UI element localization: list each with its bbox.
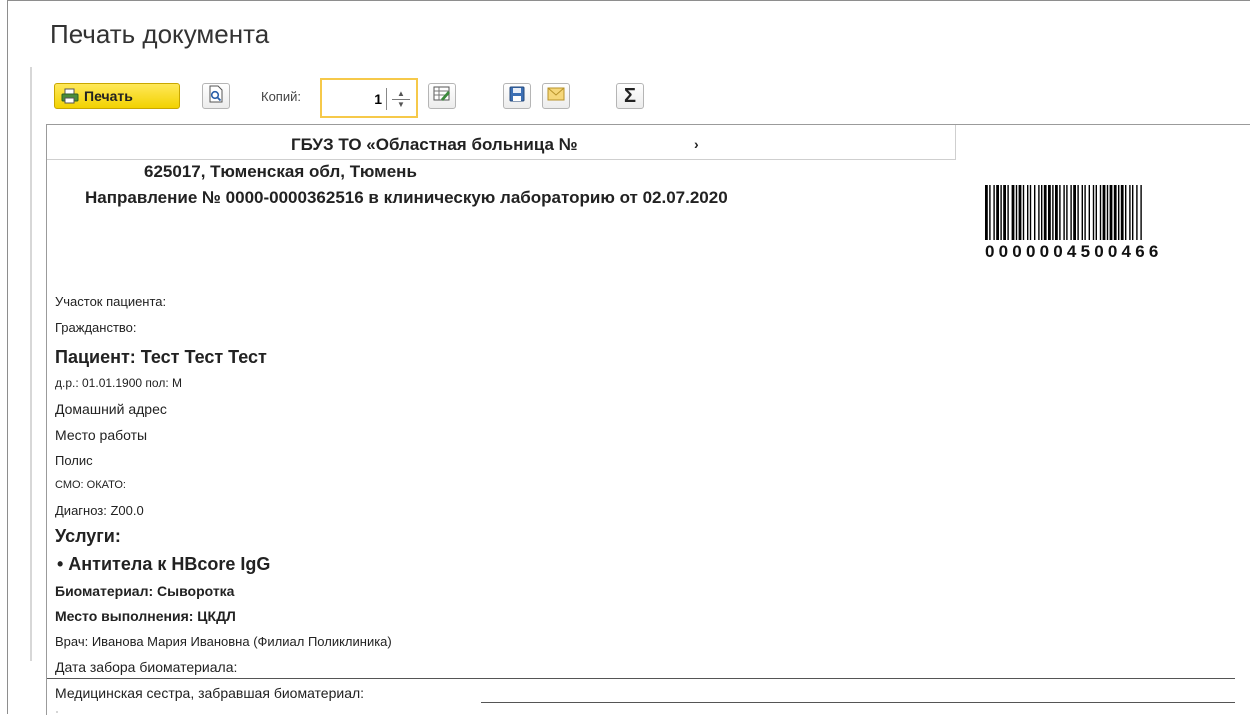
barcode-bar [1003,185,1006,240]
print-document-window: Печать документа Печать Копий: 1 ▲ ▼ Σ Г… [7,0,1250,715]
barcode-bar [985,185,988,240]
copies-label: Копий: [261,89,301,104]
barcode-bar [1007,185,1009,240]
home-address-label: Домашний адрес [55,401,167,417]
barcode-bar [989,185,991,240]
barcode-bar [1081,185,1083,240]
barcode-bar [1043,185,1047,240]
barcode-bar [1077,185,1079,240]
print-preview-icon [208,85,224,108]
barcode-bar [1070,185,1072,240]
barcode-bar [996,185,999,240]
diagnosis: Диагноз: Z00.0 [55,503,144,518]
copies-stepper[interactable]: ▲ ▼ [320,78,418,118]
citizenship-label: Гражданство: [55,320,137,335]
barcode-bar [1109,185,1113,240]
barcode-bar [1125,185,1127,240]
barcode-bar [1118,185,1120,240]
barcode-bar [1099,185,1102,240]
barcode-bar [1063,185,1065,240]
floppy-disk-icon [509,86,525,107]
panel-divider [30,67,36,661]
barcode-bar [1132,185,1134,240]
barcode-bar [1041,185,1043,240]
services-heading: Услуги: [55,526,121,546]
barcode-bar [1015,185,1018,240]
barcode-bar [1059,185,1061,240]
barcode-bar [1088,185,1090,240]
sum-button[interactable]: Σ [616,83,644,109]
barcode-bar [1052,185,1054,240]
stepper-divider [386,88,387,110]
barcode-number: 0000004500466 [985,242,1163,261]
sigma-icon: Σ [623,84,636,107]
barcode-bar [1129,185,1131,240]
print-button[interactable]: Печать [54,83,180,109]
print-button-label: Печать [84,88,133,104]
barcode-bar [1073,185,1076,240]
execution-place: Место выполнения: ЦКДЛ [55,608,236,624]
service-item: • Антитела к HBcore IgG [57,554,271,574]
patient-name: Пациент: Тест Тест Тест [55,347,267,367]
barcode-bar [1027,185,1029,240]
birth-sex: д.р.: 01.01.1900 пол: М [55,376,182,390]
barcode-bar [1038,185,1040,240]
patient-area-label: Участок пациента: [55,294,167,309]
barcode-bar [993,185,995,240]
barcode-bar [1066,185,1068,240]
preview-button[interactable] [202,83,230,109]
document-preview: ГБУЗ ТО «Областная больница № › 625017, … [46,124,1250,715]
edit-mode-button[interactable] [428,83,456,109]
smo-okato-label: СМО: ОКАТО: [55,479,126,491]
barcode-bar [1018,185,1022,240]
doctor: Врач: Иванова Мария Ивановна (Филиал Пол… [55,634,392,649]
stepper-down-icon[interactable]: ▼ [394,99,408,110]
workplace-label: Место работы [55,427,148,443]
printer-icon [61,88,79,104]
barcode-bar [1034,185,1036,240]
barcode-bar [1095,185,1097,240]
send-email-button[interactable] [542,83,570,109]
barcode-bar [1048,185,1051,240]
copies-input[interactable] [326,89,382,109]
barcode-bar [1011,185,1015,240]
edit-table-icon [433,86,451,107]
barcode-bar [1120,185,1124,240]
org-address: 625017, Тюменская обл, Тюмень [144,162,417,181]
barcode-bar [1055,185,1058,240]
stepper-up-icon[interactable]: ▲ [394,88,408,99]
save-button[interactable] [503,83,531,109]
barcode-bar [1140,185,1142,240]
policy-label: Полис [55,453,93,468]
biomaterial: Биоматериал: Сыворотка [55,583,235,599]
org-name: ГБУЗ ТО «Областная больница № [291,135,578,154]
cropped-text-row: ˈ [55,709,59,715]
barcode-bar [1029,185,1032,240]
barcode-bar [1106,185,1109,240]
barcode-bar [1102,185,1106,240]
barcode-bar [1092,185,1095,240]
barcode-bar [1113,185,1117,240]
nurse-signature-line [481,702,1235,703]
collection-date-label: Дата забора биоматериала: [55,659,238,675]
barcode-bar [1000,185,1002,240]
barcode-bar [1084,185,1086,240]
nurse-label: Медицинская сестра, забравшая биоматериа… [55,685,365,701]
org-name-suffix: › [694,136,699,152]
barcode-bar [1136,185,1138,240]
referral-title: Направление № 0000-0000362516 в клиничес… [85,188,728,207]
collection-date-line [47,678,1235,679]
barcode-bar [1022,185,1025,240]
envelope-icon [547,87,565,106]
barcode [985,185,1142,240]
page-title: Печать документа [50,19,270,49]
